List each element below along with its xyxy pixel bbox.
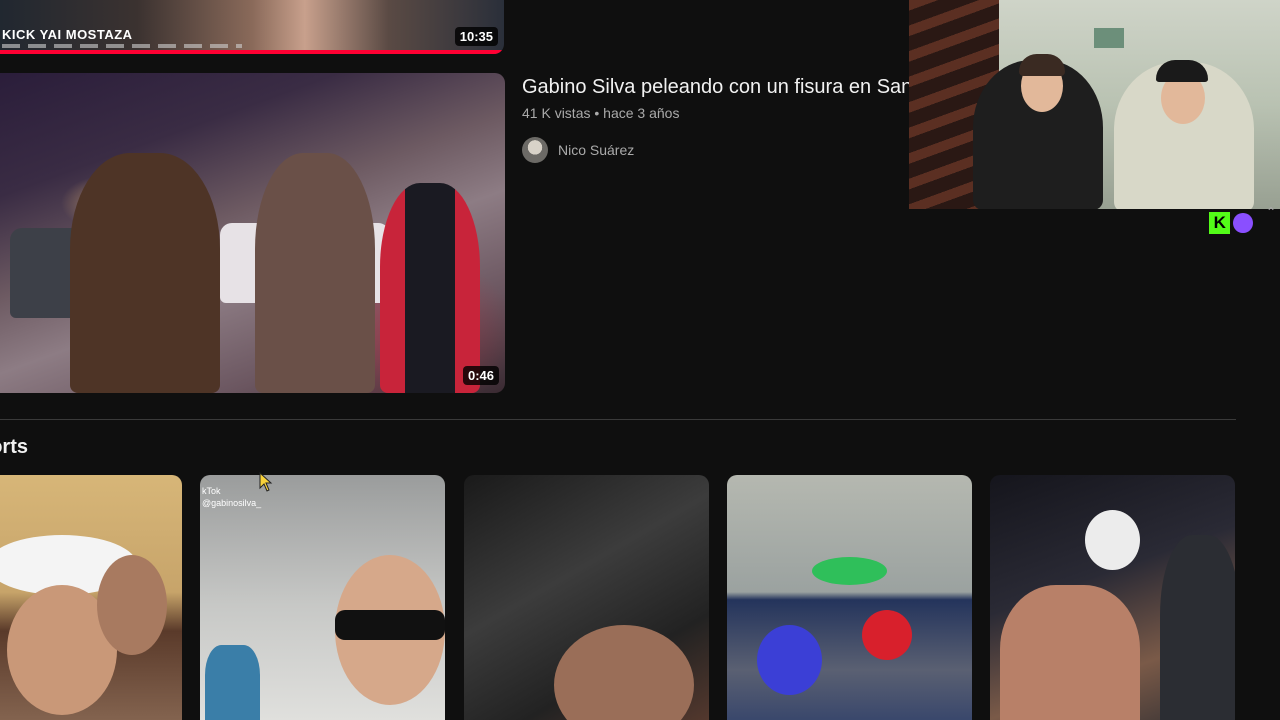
chevron-up-icon: ⌃ — [1266, 205, 1277, 219]
channel-avatar[interactable] — [522, 137, 548, 163]
short-thumbnail[interactable] — [0, 475, 182, 720]
webcam-cap — [1156, 60, 1208, 82]
shorts-shelf-title: horts — [0, 436, 28, 458]
webcam-overlay — [909, 0, 1280, 209]
thumbnail-scene-person — [255, 153, 375, 393]
cursor-icon — [259, 472, 273, 492]
kick-k-icon: K — [1209, 212, 1231, 234]
channel-link[interactable]: Nico Suárez — [522, 137, 634, 163]
thumbnail-scene-person — [205, 645, 260, 720]
video-thumbnail-top[interactable]: KICK YAI MOSTAZA 10:35 — [0, 0, 504, 54]
thumbnail-scene-face — [97, 555, 167, 655]
video-thumbnail[interactable]: 0:46 — [0, 73, 505, 393]
duration-badge: 0:46 — [462, 366, 499, 385]
video-stats: 41 K vistas • hace 3 años — [522, 105, 680, 121]
thumbnail-scene-person — [1000, 585, 1140, 720]
short-thumbnail[interactable] — [727, 475, 972, 720]
emote-icon — [1233, 213, 1253, 233]
webcam-wall-board — [1094, 28, 1124, 48]
sponsor-logos — [2, 44, 242, 48]
page: KICK YAI MOSTAZA 10:35 0:46 Gabino Silva… — [0, 0, 1280, 720]
short-thumbnail[interactable] — [464, 475, 709, 720]
video-title[interactable]: Gabino Silva peleando con un fisura en S… — [522, 76, 912, 99]
thumbnail-scene-headgear — [1085, 510, 1140, 570]
thumbnail-scene-glove — [862, 610, 912, 660]
thumbnail-scene-person — [1160, 535, 1235, 720]
kick-logo-badge: K — [1209, 211, 1253, 235]
thumbnail-scene-person — [380, 183, 480, 393]
short-thumbnail[interactable]: kTok @gabinosilva_ — [200, 475, 445, 720]
thumbnail-scene-sunglasses — [335, 610, 445, 640]
thumbnail-scene-belt — [812, 557, 887, 585]
thumbnail-scene-face — [554, 625, 694, 720]
thumbnail-scene-headgear — [757, 625, 822, 695]
channel-name[interactable]: Nico Suárez — [558, 142, 634, 158]
thumbnail-scene-person — [70, 153, 220, 393]
section-divider — [0, 419, 1236, 420]
watch-progress-bar — [0, 50, 504, 54]
tiktok-watermark: kTok @gabinosilva_ — [202, 486, 262, 508]
short-thumbnail[interactable] — [990, 475, 1235, 720]
webcam-hair — [1019, 54, 1065, 76]
duration-badge: 10:35 — [454, 27, 498, 46]
sponsor-text: KICK YAI MOSTAZA — [2, 27, 133, 42]
